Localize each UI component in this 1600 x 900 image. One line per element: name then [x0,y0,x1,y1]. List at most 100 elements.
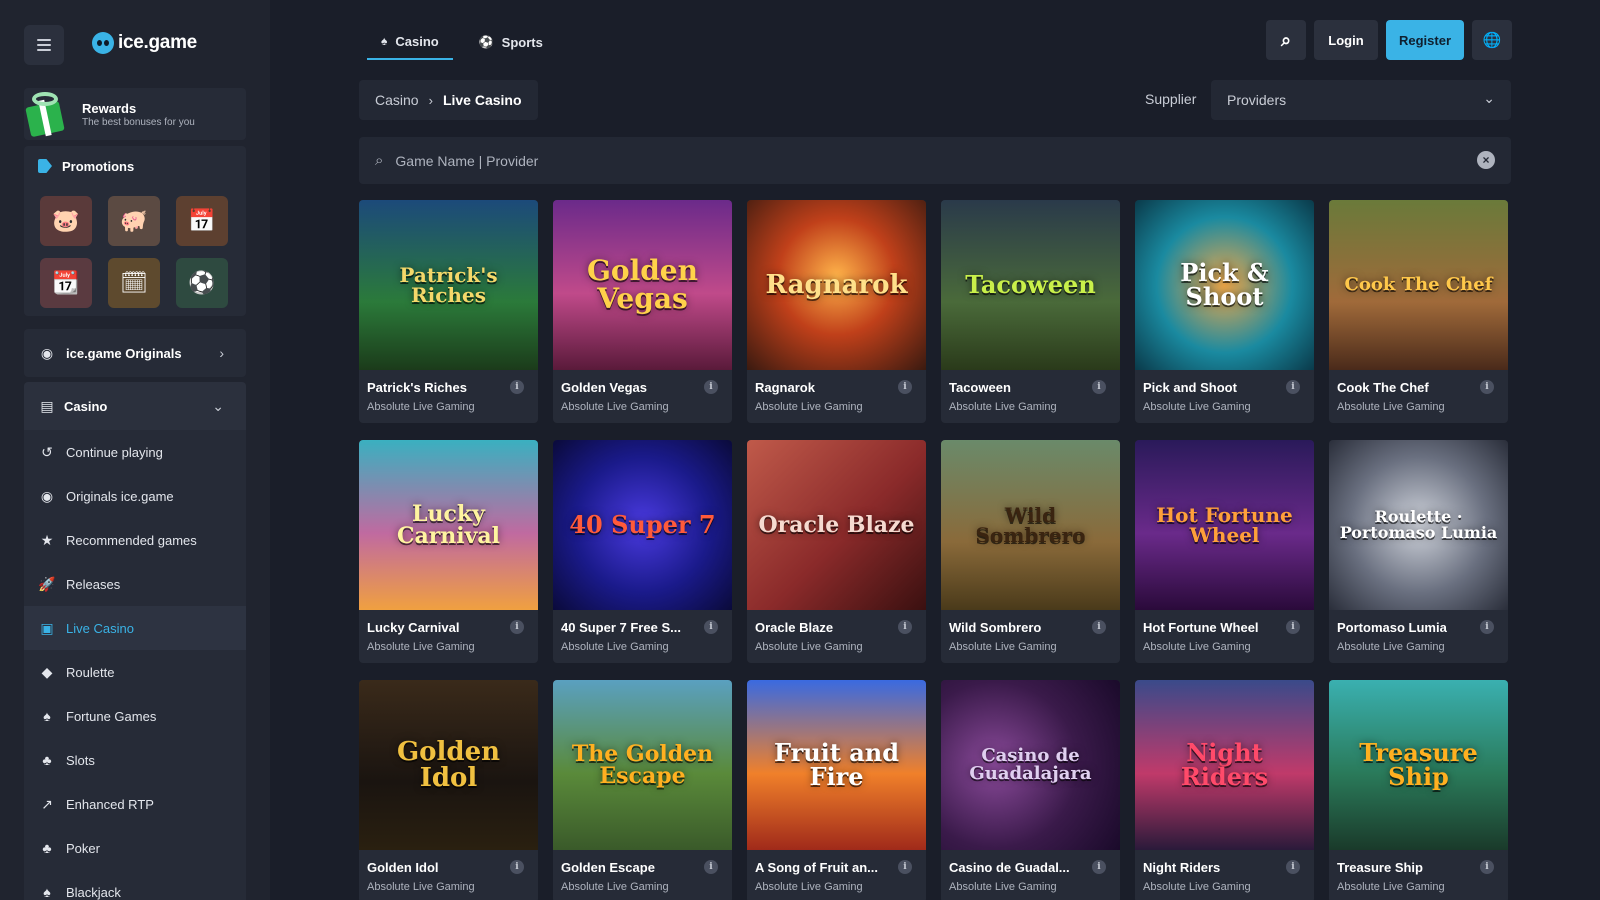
game-thumbnail[interactable]: Roulette · Portomaso Lumia [1329,440,1508,610]
game-search-bar: ⌕ × [359,137,1511,184]
promotion-tile[interactable]: 📅 [176,196,228,246]
chevron-right-icon: › [428,92,433,108]
info-icon[interactable]: i [1286,620,1300,634]
game-card[interactable]: Pick & Shoot Pick and Shoot Absolute Live … [1135,200,1314,423]
providers-select[interactable]: Providers ⌄ [1211,80,1511,120]
sidebar-item-originals-ice-game[interactable]: ◉ Originals ice.game [24,474,246,518]
sidebar-item-enhanced-rtp[interactable]: ↗ Enhanced RTP [24,782,246,826]
promotion-tile[interactable]: 📆 [40,258,92,308]
info-icon[interactable]: i [1286,380,1300,394]
game-thumbnail[interactable]: Tacoween [941,200,1120,370]
info-icon[interactable]: i [704,860,718,874]
sidebar-item-continue-playing[interactable]: ↺ Continue playing [24,430,246,474]
info-icon[interactable]: i [1092,620,1106,634]
sidebar-item-label: Enhanced RTP [66,796,154,812]
language-button[interactable]: 🌐 [1472,20,1512,60]
info-icon[interactable]: i [898,620,912,634]
game-logo-art: The Golden Escape [571,741,714,789]
promotion-tile[interactable]: 🐷 [40,196,92,246]
info-icon[interactable]: i [704,620,718,634]
game-thumbnail[interactable]: 40 Super 7 [553,440,732,610]
game-card[interactable]: Oracle Blaze Oracle Blaze Absolute Live Ga… [747,440,926,663]
game-thumbnail[interactable]: The Golden Escape [553,680,732,850]
info-icon[interactable]: i [1480,380,1494,394]
promotion-tile[interactable]: 🐖 [108,196,160,246]
game-card[interactable]: Ragnarok Ragnarok Absolute Live Gaming i [747,200,926,423]
info-icon[interactable]: i [1092,860,1106,874]
sidebar-casino-section[interactable]: ▤ Casino ⌄ [24,382,246,430]
game-thumbnail[interactable]: Pick & Shoot [1135,200,1314,370]
promotions-header[interactable]: Promotions [24,146,246,186]
game-card[interactable]: Roulette · Portomaso Lumia Portomaso Lumi… [1329,440,1508,663]
sidebar-item-fortune-games[interactable]: ♠ Fortune Games [24,694,246,738]
sidebar-item-roulette[interactable]: ◆ Roulette [24,650,246,694]
game-thumbnail[interactable]: Treasure Ship [1329,680,1508,850]
info-icon[interactable]: i [898,380,912,394]
tab-sports[interactable]: ⚽ Sports [465,24,557,60]
login-button[interactable]: Login [1314,20,1378,60]
info-icon[interactable]: i [1480,620,1494,634]
game-logo-art: Fruit and Fire [773,738,900,791]
brand-name: ice.game [118,32,197,53]
promotion-tile[interactable]: ⚽ [176,258,228,308]
game-card[interactable]: Treasure Ship Treasure Ship Absolute Live … [1329,680,1508,900]
game-card[interactable]: Cook The Chef Cook The Chef Absolute Live … [1329,200,1508,423]
info-icon[interactable]: i [1286,860,1300,874]
info-icon[interactable]: i [510,620,524,634]
game-search-input[interactable] [395,152,1436,169]
menu-toggle-button[interactable] [24,25,64,65]
game-title: Casino de Guadal... [949,860,1070,875]
game-thumbnail[interactable]: Lucky Carnival [359,440,538,610]
game-card[interactable]: Lucky Carnival Lucky Carnival Absolute Liv… [359,440,538,663]
supplier-label: Supplier [1145,91,1197,107]
sidebar-item-releases[interactable]: 🚀 Releases [24,562,246,606]
game-card[interactable]: Fruit and Fire A Song of Fruit an... Absol… [747,680,926,900]
sidebar-item-recommended-games[interactable]: ★ Recommended games [24,518,246,562]
game-card[interactable]: Tacoween Tacoween Absolute Live Gaming i [941,200,1120,423]
game-thumbnail[interactable]: Oracle Blaze [747,440,926,610]
rewards-banner[interactable]: Rewards The best bonuses for you [24,88,246,140]
game-card[interactable]: Golden Vegas Golden Vegas Absolute Live Ga… [553,200,732,423]
game-thumbnail[interactable]: Wild Sombrero [941,440,1120,610]
info-icon[interactable]: i [510,860,524,874]
game-thumbnail[interactable]: Night Riders [1135,680,1314,850]
search-button[interactable]: ⌕ [1266,20,1306,60]
register-button[interactable]: Register [1386,20,1464,60]
sidebar-item-poker[interactable]: ♣ Poker [24,826,246,870]
game-thumbnail[interactable]: Ragnarok [747,200,926,370]
promotion-tiles: 🐷 🐖 📅 📆 🗓 ⚽ [40,196,228,308]
info-icon[interactable]: i [898,860,912,874]
game-card[interactable]: Golden Idol Golden Idol Absolute Live Gami… [359,680,538,900]
sidebar-item-blackjack[interactable]: ♠ Blackjack [24,870,246,900]
game-card[interactable]: Wild Sombrero Wild Sombrero Absolute Live … [941,440,1120,663]
game-thumbnail[interactable]: Casino de Guadalajara [941,680,1120,850]
promotion-tile[interactable]: 🗓 [108,258,160,308]
casino-section-label: Casino [64,398,108,414]
game-thumbnail[interactable]: Patrick's Riches [359,200,538,370]
game-card[interactable]: The Golden Escape Golden Escape Absolute L… [553,680,732,900]
game-card[interactable]: Casino de Guadalajara Casino de Guadal...… [941,680,1120,900]
info-icon[interactable]: i [704,380,718,394]
game-thumbnail[interactable]: Golden Idol [359,680,538,850]
game-thumbnail[interactable]: Cook The Chef [1329,200,1508,370]
game-card[interactable]: 40 Super 7 40 Super 7 Free S... Absolute L… [553,440,732,663]
tab-casino[interactable]: ♠ Casino [367,24,453,60]
game-card[interactable]: Night Riders Night Riders Absolute Live Ga… [1135,680,1314,900]
info-icon[interactable]: i [1092,380,1106,394]
clear-search-button[interactable]: × [1477,151,1495,169]
game-title: Oracle Blaze [755,620,834,635]
sidebar-item-label: Slots [66,752,95,768]
sidebar-item-live-casino[interactable]: ▣ Live Casino [24,606,246,650]
game-thumbnail[interactable]: Hot Fortune Wheel [1135,440,1314,610]
hamburger-line [37,44,51,46]
sidebar-item-slots[interactable]: ♣ Slots [24,738,246,782]
game-card[interactable]: Hot Fortune Wheel Hot Fortune Wheel Absolu… [1135,440,1314,663]
info-icon[interactable]: i [510,380,524,394]
game-card[interactable]: Patrick's Riches Patrick's Riches Absolute… [359,200,538,423]
breadcrumb-casino-link[interactable]: Casino [375,92,419,108]
info-icon[interactable]: i [1480,860,1494,874]
brand-logo[interactable]: ice.game [92,32,197,54]
sidebar-item-originals[interactable]: ◉ ice.game Originals › [24,329,246,377]
game-thumbnail[interactable]: Fruit and Fire [747,680,926,850]
game-thumbnail[interactable]: Golden Vegas [553,200,732,370]
